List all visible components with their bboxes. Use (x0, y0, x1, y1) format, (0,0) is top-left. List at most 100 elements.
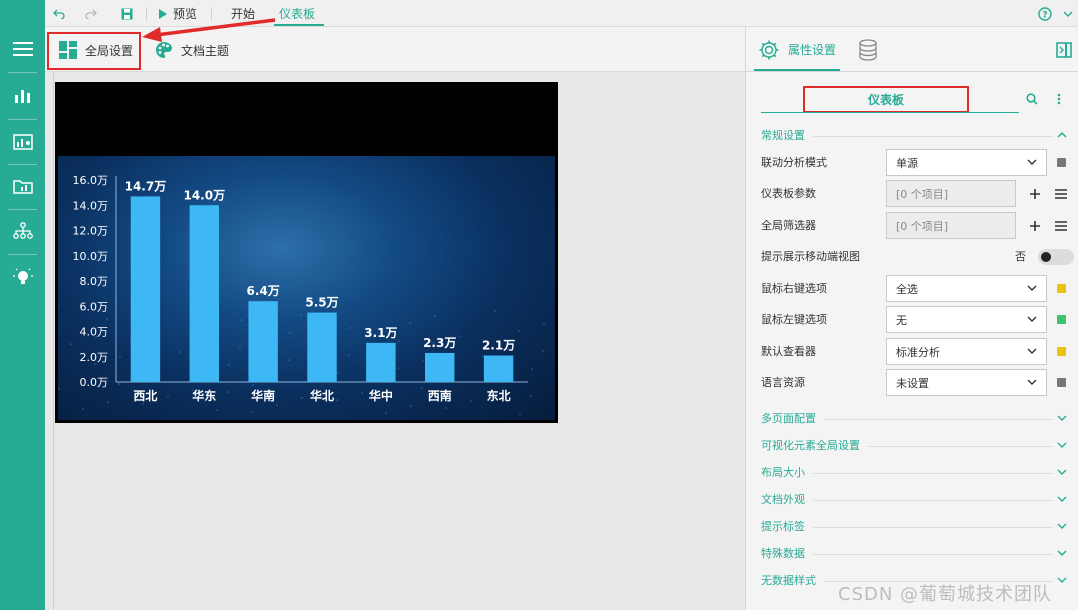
chevron-up-icon (1057, 132, 1067, 138)
background-dot (519, 413, 521, 415)
background-dot (289, 332, 291, 334)
report-user-icon[interactable] (0, 127, 45, 157)
background-dot (252, 384, 254, 386)
chevron-down-icon (1057, 577, 1067, 583)
row-default-viewer: 默认查看器 标准分析 (761, 338, 1071, 366)
save-icon[interactable] (121, 0, 133, 27)
background-dot (398, 340, 400, 342)
global-settings-label: 全局设置 (85, 43, 134, 58)
language-select[interactable]: 未设置 (886, 369, 1047, 396)
right-click-select[interactable]: 全选 (886, 275, 1047, 302)
background-dot (276, 404, 278, 406)
menu-icon[interactable] (0, 34, 45, 64)
data-label: 2.1万 (482, 338, 515, 352)
plus-icon[interactable] (1029, 188, 1041, 200)
x-tick-label: 西北 (133, 388, 157, 403)
lightbulb-icon[interactable] (0, 262, 45, 292)
default-viewer-select[interactable]: 标准分析 (886, 338, 1047, 365)
background-dot (142, 403, 144, 405)
background-dot (410, 405, 412, 407)
mobile-view-toggle[interactable] (1038, 249, 1074, 265)
y-tick-label: 6.0万 (80, 300, 109, 313)
redo-icon[interactable] (85, 0, 97, 27)
background-dot (58, 305, 59, 307)
bar-chart-icon[interactable] (0, 81, 45, 111)
tab-dashboard[interactable]: 仪表板 (279, 0, 315, 27)
row-language: 语言资源 未设置 (761, 369, 1071, 397)
section-4[interactable]: 文档外观 (761, 490, 1073, 510)
chevron-down-icon (1057, 523, 1067, 529)
background-dot (361, 392, 363, 394)
background-dot (167, 396, 169, 398)
database-icon (859, 38, 877, 61)
hierarchy-icon[interactable] (0, 216, 45, 246)
data-label: 14.7万 (125, 179, 167, 193)
status-indicator-yellow (1057, 347, 1066, 356)
background-dot (409, 322, 411, 324)
undo-icon[interactable] (53, 0, 65, 27)
chevron-down-icon (1027, 379, 1037, 385)
panel-title: 仪表板 (803, 86, 969, 113)
background-dot (240, 319, 242, 321)
bar-西北 (130, 196, 161, 382)
section-3[interactable]: 布局大小 (761, 463, 1073, 483)
section-label: 布局大小 (761, 466, 805, 479)
background-dot (530, 395, 532, 397)
background-dot (434, 315, 436, 317)
status-indicator-gray (1057, 378, 1066, 387)
dashboard-params-field[interactable]: [0 个项目] (886, 180, 1016, 207)
list-icon[interactable] (1055, 189, 1067, 199)
background-dot (288, 359, 290, 361)
panel-tabs: 属性设置 (746, 27, 1078, 72)
background-dot (470, 400, 472, 402)
chart-container: 0.0万 2.0万 4.0万 6.0万 8.0万 10.0万 12.0万 14.0万 16.0万… (58, 156, 555, 420)
section-2[interactable]: 可视化元素全局设置 (761, 436, 1073, 456)
more-icon[interactable] (1057, 93, 1061, 108)
tab-properties[interactable]: 属性设置 (758, 27, 836, 72)
background-dot (336, 399, 338, 401)
x-tick-label: 华南 (251, 388, 275, 403)
left-click-select[interactable]: 无 (886, 306, 1047, 333)
section-label: 特殊数据 (761, 547, 805, 560)
background-dot (118, 383, 120, 385)
background-dot (518, 330, 520, 332)
global-settings-button[interactable]: 全局设置 (59, 35, 133, 65)
section-general[interactable]: 常规设置 (761, 126, 1073, 146)
bar-chart[interactable]: 0.0万 2.0万 4.0万 6.0万 8.0万 10.0万 12.0万 14.0万 16.0万… (58, 156, 555, 420)
linkage-mode-select[interactable]: 单源 (886, 149, 1047, 176)
row-linkage-mode: 联动分析模式 单源 (761, 149, 1071, 177)
y-tick-label: 14.0万 (73, 199, 109, 212)
background-dot (542, 350, 544, 352)
data-label: 14.0万 (183, 188, 225, 202)
background-dot (531, 368, 533, 370)
panel-toggle-icon[interactable] (1056, 27, 1072, 72)
annotation-arrow (142, 18, 276, 42)
plus-icon[interactable] (1029, 220, 1041, 232)
section-1[interactable]: 多页面配置 (761, 409, 1073, 429)
y-tick-label: 4.0万 (80, 326, 109, 339)
search-icon[interactable] (1026, 93, 1038, 108)
x-tick-label: 华北 (310, 388, 334, 403)
x-tick-label: 东北 (487, 388, 511, 403)
section-label: 可视化元素全局设置 (761, 439, 860, 452)
chevron-down-icon (1027, 285, 1037, 291)
background-dot (107, 401, 109, 403)
y-tick-label: 2.0万 (80, 351, 109, 364)
section-5[interactable]: 提示标签 (761, 517, 1073, 537)
section-6[interactable]: 特殊数据 (761, 544, 1073, 564)
folder-chart-icon[interactable] (0, 171, 45, 201)
svg-text:?: ? (1042, 10, 1047, 20)
gear-icon (759, 40, 779, 59)
y-tick-label: 8.0万 (80, 275, 109, 288)
global-filter-field[interactable]: [0 个项目] (886, 212, 1016, 239)
dashboard-card[interactable]: 0.0万 2.0万 4.0万 6.0万 8.0万 10.0万 12.0万 14.0万 16.0万… (55, 82, 558, 423)
design-canvas: 0.0万 2.0万 4.0万 6.0万 8.0万 10.0万 12.0万 14.0万 16.0万… (45, 72, 745, 610)
tab-properties-label: 属性设置 (788, 43, 837, 57)
bar-华北 (307, 312, 337, 382)
expand-icon[interactable] (1063, 0, 1073, 27)
tab-data-source[interactable] (858, 27, 878, 72)
row-left-click: 鼠标左键选项 无 (761, 306, 1071, 334)
y-tick-label: 12.0万 (73, 225, 109, 238)
help-icon[interactable]: ? (1038, 0, 1052, 27)
list-icon[interactable] (1055, 221, 1067, 231)
